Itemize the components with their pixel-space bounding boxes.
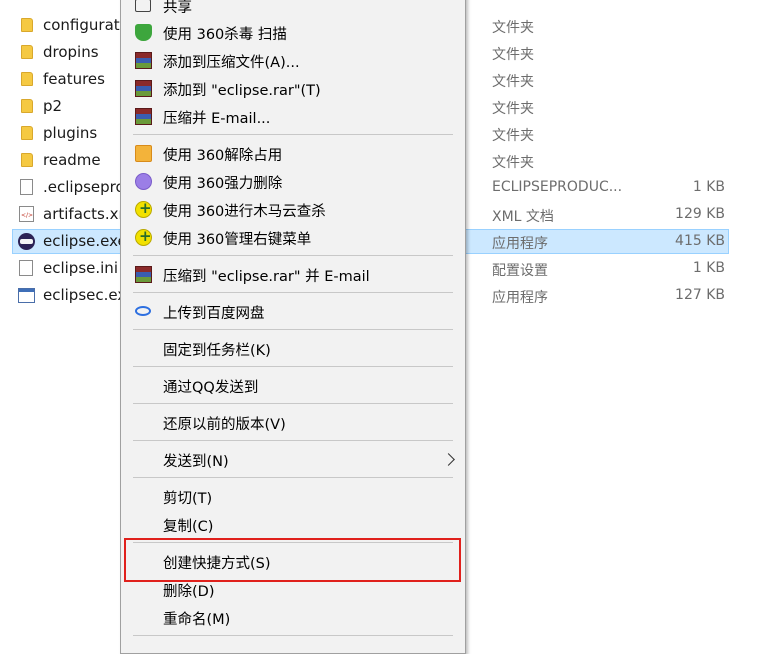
file-name: configurati [43,16,124,34]
folder-icon [21,72,33,86]
menu-item-label: 复制(C) [163,519,214,535]
menu-item-label: 使用 360管理右键菜单 [163,232,312,248]
menu-item-label: 发送到(N) [163,454,229,470]
menu-item-label: 剪切(T) [163,491,213,507]
file-name: eclipse.exe [43,232,127,250]
file-size: 127 KB [675,287,725,303]
menu-item-label: 使用 360进行木马云查杀 [163,204,326,220]
menu-item-360-force-delete[interactable]: 使用 360强力删除 [121,168,465,195]
menu-item-rename[interactable]: 重命名(M) [121,604,465,631]
file-type: 文件夹 [492,128,534,144]
menu-item-send-to[interactable]: 发送到(N) [121,446,465,473]
menu-item-label: 固定到任务栏(K) [163,343,271,359]
file-type: XML 文档 [492,209,554,225]
file-name: features [43,70,105,88]
menu-separator [133,329,453,330]
plus-circle-icon [135,227,152,246]
svg-text:</>: </> [21,212,33,219]
file-type: 文件夹 [492,74,534,90]
menu-item-360-manage-menu[interactable]: 使用 360管理右键菜单 [121,224,465,251]
menu-item-compress-email[interactable]: 压缩并 E-mail... [121,103,465,130]
file-type: 文件夹 [492,20,534,36]
unlock-icon [135,145,152,162]
file-type: ECLIPSEPRODUC... [492,179,623,195]
menu-item-label: 共享 [163,0,192,16]
archive-icon [135,266,152,283]
file-name: eclipsec.ex [43,286,127,304]
folder-icon [21,153,33,167]
menu-item-label: 压缩到 "eclipse.rar" 并 E-mail [163,269,370,285]
menu-separator [133,366,453,367]
file-name: plugins [43,124,98,142]
archive-icon [135,80,152,97]
menu-item-cut[interactable]: 剪切(T) [121,483,465,510]
archive-icon [135,52,152,69]
menu-separator [133,134,453,135]
file-name: eclipse.ini [43,259,118,277]
plus-circle-icon [135,199,152,218]
file-name: dropins [43,43,99,61]
menu-separator [133,477,453,478]
shield-icon [135,24,152,41]
menu-item-send-qq[interactable]: 通过QQ发送到 [121,372,465,399]
menu-item-360-scan[interactable]: 使用 360杀毒 扫描 [121,19,465,46]
force-delete-icon [135,173,152,190]
folder-icon [21,45,33,59]
file-size: 1 KB [692,179,725,195]
file-type: 应用程序 [492,236,548,252]
menu-item-label: 压缩并 E-mail... [163,111,271,127]
menu-item-restore-versions[interactable]: 还原以前的版本(V) [121,409,465,436]
menu-item-360-unlock[interactable]: 使用 360解除占用 [121,140,465,167]
file-size: 1 KB [692,260,725,276]
file-type: 文件夹 [492,101,534,117]
menu-separator [133,292,453,293]
menu-item-label: 使用 360杀毒 扫描 [163,27,287,43]
file-type: 文件夹 [492,47,534,63]
share-icon [135,0,151,12]
cloud-icon [135,306,151,316]
archive-icon [135,108,152,125]
menu-item-label: 使用 360解除占用 [163,148,283,164]
file-type: 配置设置 [492,263,548,279]
menu-item-pin-taskbar[interactable]: 固定到任务栏(K) [121,335,465,362]
folder-icon [21,18,33,32]
menu-item-360-trojan-scan[interactable]: 使用 360进行木马云查杀 [121,196,465,223]
folder-icon [21,99,33,113]
file-name: readme [43,151,101,169]
file-type: 应用程序 [492,290,548,306]
file-name: p2 [43,97,63,115]
file-icon [20,179,33,195]
menu-separator [133,255,453,256]
menu-separator [133,635,453,636]
menu-item-share[interactable]: 共享 [121,0,465,19]
menu-item-label: 添加到压缩文件(A)... [163,55,300,71]
menu-separator [133,440,453,441]
file-size: 415 KB [675,233,725,249]
menu-item-label: 通过QQ发送到 [163,380,259,396]
menu-item-label: 删除(D) [163,584,215,600]
xml-file-icon: </> [19,206,34,222]
menu-item-baidu-upload[interactable]: 上传到百度网盘 [121,298,465,325]
menu-item-label: 上传到百度网盘 [163,306,265,322]
menu-item-label: 添加到 "eclipse.rar"(T) [163,83,321,99]
menu-item-add-to-eclipse-rar[interactable]: 添加到 "eclipse.rar"(T) [121,75,465,102]
file-name: .eclipsepro [43,178,125,196]
menu-item-copy[interactable]: 复制(C) [121,511,465,538]
file-size: 129 KB [675,206,725,222]
annotation-highlight-box [124,538,461,582]
menu-item-label: 重命名(M) [163,612,231,628]
menu-item-compress-to-rar-email[interactable]: 压缩到 "eclipse.rar" 并 E-mail [121,261,465,288]
menu-item-add-to-archive[interactable]: 添加到压缩文件(A)... [121,47,465,74]
file-type: 文件夹 [492,155,534,171]
menu-item-label: 使用 360强力删除 [163,176,283,192]
settings-file-icon [19,260,33,276]
menu-item-label: 还原以前的版本(V) [163,417,286,433]
chevron-right-icon [442,453,455,466]
menu-separator [133,403,453,404]
eclipse-icon [18,233,35,250]
application-icon [18,288,35,303]
folder-icon [21,126,33,140]
